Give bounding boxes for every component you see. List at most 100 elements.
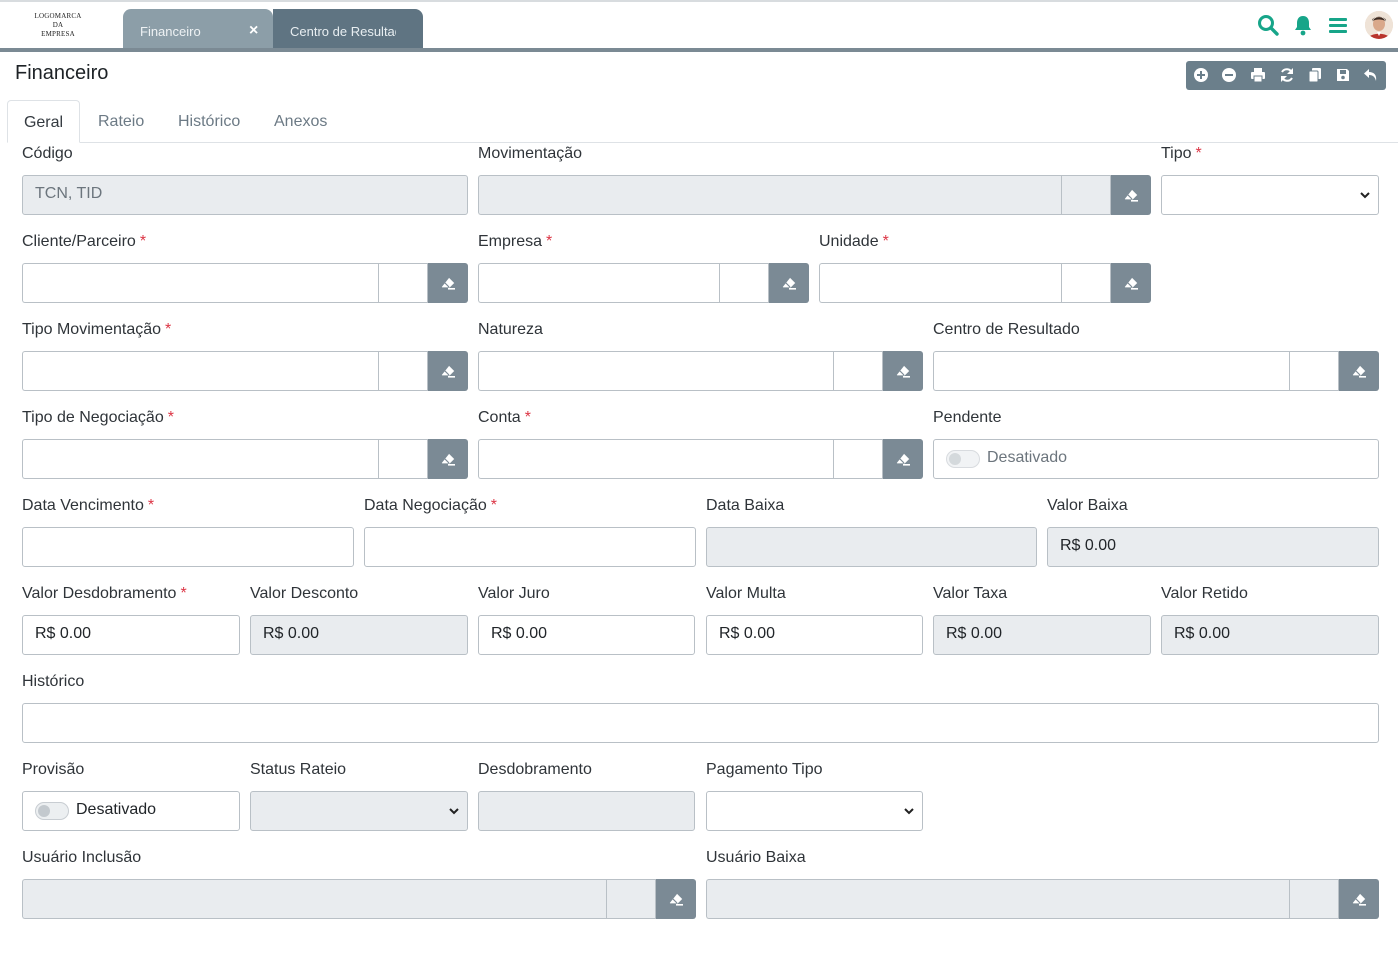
- data-baixa-input[interactable]: [706, 527, 1037, 567]
- desdobramento-input[interactable]: [478, 791, 695, 831]
- print-icon[interactable]: [1250, 67, 1266, 83]
- open-tab-financeiro[interactable]: Financeiro ×: [123, 9, 273, 48]
- required-mark: *: [167, 409, 174, 426]
- status-rateio-select[interactable]: [250, 791, 468, 831]
- centro-resultado-clear-button[interactable]: [1339, 351, 1379, 391]
- cliente-clear-button[interactable]: [428, 263, 468, 303]
- usuario-inclusao-clear-button[interactable]: [656, 879, 696, 919]
- provisao-state: Desativado: [76, 801, 157, 818]
- tipo-negociacao-label: Tipo de Negociação *: [22, 409, 174, 427]
- usuario-baixa-input[interactable]: [706, 879, 1290, 919]
- natureza-search-slot[interactable]: [833, 351, 883, 391]
- logo-line: LOGOMARCA: [34, 12, 82, 20]
- pagamento-tipo-label: Pagamento Tipo: [706, 761, 823, 778]
- copy-icon[interactable]: [1307, 67, 1323, 83]
- eraser-icon: [440, 364, 456, 378]
- company-logo: LOGOMARCA DA EMPRESA: [22, 12, 94, 39]
- cliente-label: Cliente/Parceiro *: [22, 233, 146, 251]
- cliente-lookup: [22, 263, 468, 303]
- valor-multa-label: Valor Multa: [706, 585, 786, 602]
- unidade-input[interactable]: [819, 263, 1062, 303]
- required-mark: *: [524, 409, 531, 426]
- required-mark: *: [180, 585, 187, 602]
- valor-multa-input[interactable]: R$ 0.00: [706, 615, 923, 655]
- refresh-icon[interactable]: [1279, 67, 1295, 83]
- tipo-movimentacao-label: Tipo Movimentação *: [22, 321, 171, 339]
- provisao-toggle-field: Desativado: [22, 791, 240, 831]
- undo-icon[interactable]: [1363, 67, 1379, 83]
- tab-anexos[interactable]: Anexos: [274, 100, 327, 143]
- centro-resultado-input[interactable]: [933, 351, 1290, 391]
- empresa-search-slot[interactable]: [719, 263, 769, 303]
- tab-historico[interactable]: Histórico: [178, 100, 240, 143]
- provisao-switch[interactable]: [35, 802, 69, 820]
- unidade-clear-button[interactable]: [1111, 263, 1151, 303]
- usuario-inclusao-label: Usuário Inclusão: [22, 849, 142, 866]
- user-avatar[interactable]: [1365, 11, 1393, 39]
- natureza-clear-button[interactable]: [883, 351, 923, 391]
- add-icon[interactable]: [1193, 67, 1209, 83]
- tipo-select[interactable]: [1161, 175, 1379, 215]
- tipo-movimentacao-search-slot[interactable]: [378, 351, 428, 391]
- usuario-inclusao-input[interactable]: [22, 879, 607, 919]
- valor-retido-input[interactable]: R$ 0.00: [1161, 615, 1379, 655]
- avatar-image: [1365, 11, 1393, 39]
- conta-lookup: [478, 439, 923, 479]
- valor-baixa-input[interactable]: R$ 0.00: [1047, 527, 1379, 567]
- required-mark: *: [546, 233, 553, 250]
- conta-clear-button[interactable]: [883, 439, 923, 479]
- bell-icon[interactable]: [1292, 14, 1314, 36]
- remove-icon[interactable]: [1221, 67, 1237, 83]
- cliente-input[interactable]: [22, 263, 379, 303]
- save-icon[interactable]: [1335, 67, 1351, 83]
- pagamento-tipo-select[interactable]: [706, 791, 923, 831]
- required-mark: *: [165, 321, 172, 338]
- eraser-icon: [895, 364, 911, 378]
- historico-label: Histórico: [22, 673, 85, 690]
- natureza-input[interactable]: [478, 351, 834, 391]
- chevron-down-icon: [1360, 192, 1370, 199]
- empresa-label: Empresa *: [478, 233, 552, 251]
- movimentacao-input[interactable]: [478, 175, 1062, 215]
- valor-taxa-input[interactable]: R$ 0.00: [933, 615, 1151, 655]
- conta-search-slot[interactable]: [833, 439, 883, 479]
- movimentacao-search-slot[interactable]: [1061, 175, 1111, 215]
- valor-juro-input[interactable]: R$ 0.00: [478, 615, 695, 655]
- provisao-label: Provisão: [22, 761, 85, 778]
- usuario-baixa-lookup: [706, 879, 1379, 919]
- movimentacao-lookup: [478, 175, 1151, 215]
- cliente-search-slot[interactable]: [378, 263, 428, 303]
- empresa-input[interactable]: [478, 263, 720, 303]
- centro-resultado-search-slot[interactable]: [1289, 351, 1339, 391]
- usuario-inclusao-lookup: [22, 879, 696, 919]
- tipo-negociacao-clear-button[interactable]: [428, 439, 468, 479]
- open-tab-centro-resultado[interactable]: Centro de Resultado: [273, 9, 423, 48]
- codigo-field[interactable]: TCN, TID: [22, 175, 468, 215]
- centro-resultado-label: Centro de Resultado: [933, 321, 1080, 338]
- tipo-negociacao-input[interactable]: [22, 439, 379, 479]
- tab-geral[interactable]: Geral: [7, 100, 80, 143]
- unidade-search-slot[interactable]: [1061, 263, 1111, 303]
- menu-icon[interactable]: [1327, 14, 1349, 36]
- search-icon[interactable]: [1257, 14, 1279, 36]
- data-vencimento-input[interactable]: [22, 527, 354, 567]
- conta-input[interactable]: [478, 439, 834, 479]
- movimentacao-clear-button[interactable]: [1111, 175, 1151, 215]
- required-mark: *: [139, 233, 147, 250]
- tipo-movimentacao-clear-button[interactable]: [428, 351, 468, 391]
- valor-desconto-input[interactable]: R$ 0.00: [250, 615, 468, 655]
- empresa-clear-button[interactable]: [769, 263, 809, 303]
- eraser-icon: [440, 452, 456, 466]
- usuario-inclusao-search-slot[interactable]: [606, 879, 656, 919]
- close-icon[interactable]: ×: [249, 22, 258, 40]
- open-tab-label: Centro de Resultado: [290, 24, 396, 39]
- usuario-baixa-clear-button[interactable]: [1339, 879, 1379, 919]
- usuario-baixa-search-slot[interactable]: [1289, 879, 1339, 919]
- data-negociacao-input[interactable]: [364, 527, 696, 567]
- historico-input[interactable]: [22, 703, 1379, 743]
- tipo-negociacao-search-slot[interactable]: [378, 439, 428, 479]
- tab-rateio[interactable]: Rateio: [98, 100, 144, 143]
- pendente-switch[interactable]: [946, 450, 980, 468]
- tipo-movimentacao-input[interactable]: [22, 351, 379, 391]
- valor-desdobramento-input[interactable]: R$ 0.00: [22, 615, 240, 655]
